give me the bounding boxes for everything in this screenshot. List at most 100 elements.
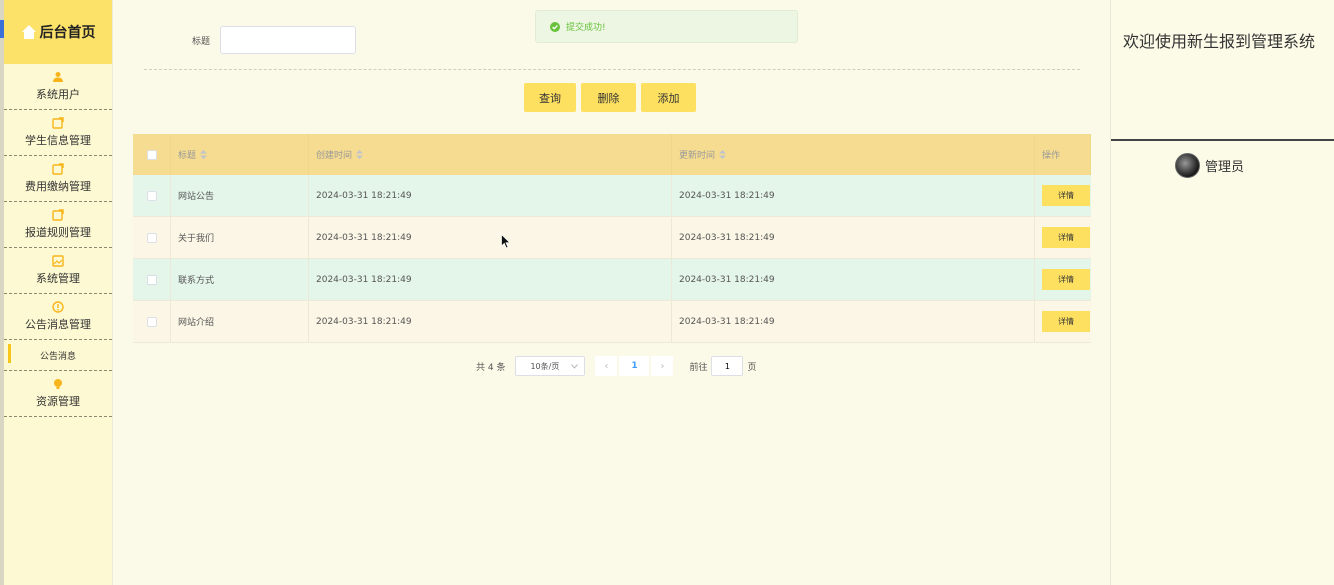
query-button[interactable]: 查询 — [524, 83, 576, 112]
search-input[interactable] — [220, 26, 356, 54]
sidebar-item-label: 资源管理 — [36, 395, 80, 408]
goto-label: 前往 — [689, 362, 708, 373]
cell-created: 2024-03-31 18:21:49 — [309, 217, 672, 258]
sidebar-item-fee-payment[interactable]: 费用缴纳管理 — [4, 156, 112, 202]
column-label: 更新时间 — [679, 151, 716, 161]
cell-created: 2024-03-31 18:21:49 — [309, 259, 672, 300]
row-checkbox[interactable] — [146, 190, 157, 201]
cell-updated: 2024-03-31 18:21:49 — [672, 217, 1035, 258]
detail-button[interactable]: 详情 — [1042, 269, 1090, 290]
right-panel: 欢迎使用新生报到管理系统 管理员 — [1110, 0, 1334, 585]
row-checkbox[interactable] — [146, 316, 157, 327]
sidebar-subitem-label: 公告消息 — [39, 351, 76, 362]
info-circle-icon — [52, 301, 64, 313]
detail-button[interactable]: 详情 — [1042, 311, 1090, 332]
cell-title: 网站公告 — [171, 175, 309, 216]
table-row: 联系方式 2024-03-31 18:21:49 2024-03-31 18:2… — [133, 259, 1091, 301]
row-checkbox[interactable] — [146, 232, 157, 243]
cell-title: 网站介绍 — [171, 301, 309, 342]
next-page-button[interactable]: › — [651, 356, 674, 376]
user-name: 管理员 — [1205, 160, 1245, 175]
detail-button[interactable]: 详情 — [1042, 227, 1090, 248]
header-checkbox-cell — [133, 134, 171, 175]
main-content: 标题 提交成功! 查询 删除 添加 标题 创建时间 更新时间 操作 网站公告 2… — [114, 0, 1110, 585]
cell-created: 2024-03-31 18:21:49 — [309, 175, 672, 216]
pagination-total: 共 4 条 — [476, 362, 506, 373]
sidebar-home-label: 后台首页 — [39, 25, 96, 41]
pagination: 共 4 条 10条/页 ‹ 1 › 前往 页 — [476, 356, 756, 376]
table-header: 标题 创建时间 更新时间 操作 — [133, 134, 1091, 175]
cell-actions: 详情 — [1035, 175, 1091, 216]
welcome-title: 欢迎使用新生报到管理系统 — [1123, 32, 1316, 51]
success-toast: 提交成功! — [535, 10, 798, 43]
row-checkbox[interactable] — [146, 274, 157, 285]
page-size-select[interactable]: 10条/页 — [515, 356, 586, 376]
header-updated[interactable]: 更新时间 — [672, 134, 1035, 175]
toast-message: 提交成功! — [566, 23, 606, 33]
mouse-cursor-icon — [501, 234, 511, 249]
edit-icon — [52, 117, 64, 129]
table-row: 关于我们 2024-03-31 18:21:49 2024-03-31 18:2… — [133, 217, 1091, 259]
detail-button[interactable]: 详情 — [1042, 185, 1090, 206]
sidebar-item-announcements[interactable]: 公告消息管理 — [4, 294, 112, 340]
sidebar-item-label: 系统管理 — [36, 272, 80, 285]
avatar[interactable] — [1175, 153, 1200, 178]
add-button[interactable]: 添加 — [641, 83, 696, 112]
sidebar-item-student-info[interactable]: 学生信息管理 — [4, 110, 112, 156]
picture-icon — [52, 255, 64, 267]
cell-actions: 详情 — [1035, 217, 1091, 258]
cell-actions: 详情 — [1035, 259, 1091, 300]
search-divider — [144, 69, 1080, 70]
sidebar-item-label: 报道规则管理 — [25, 226, 91, 239]
edit-icon — [52, 163, 64, 175]
column-label: 操作 — [1042, 151, 1061, 161]
table-row: 网站公告 2024-03-31 18:21:49 2024-03-31 18:2… — [133, 175, 1091, 217]
page-number-current[interactable]: 1 — [619, 356, 650, 376]
column-label: 标题 — [178, 151, 197, 161]
sidebar-item-system-users[interactable]: 系统用户 — [4, 64, 112, 110]
sidebar-item-label: 公告消息管理 — [25, 318, 91, 331]
cell-updated: 2024-03-31 18:21:49 — [672, 301, 1035, 342]
prev-page-button[interactable]: ‹ — [595, 356, 618, 376]
right-divider — [1111, 139, 1334, 141]
success-check-icon — [550, 21, 560, 32]
cell-updated: 2024-03-31 18:21:49 — [672, 259, 1035, 300]
sidebar: 后台首页 系统用户 学生信息管理 费用缴纳管理 报道规则管理 系统管理 公告消息… — [4, 0, 113, 585]
sidebar-subitem-announcement[interactable]: 公告消息 — [4, 340, 112, 371]
home-icon — [21, 25, 36, 39]
active-indicator — [8, 344, 11, 363]
sidebar-item-label: 费用缴纳管理 — [25, 180, 91, 193]
bulb-icon — [54, 379, 62, 389]
row-checkbox-cell — [133, 217, 171, 258]
sidebar-item-report-rules[interactable]: 报道规则管理 — [4, 202, 112, 248]
search-label: 标题 — [192, 37, 211, 47]
sidebar-item-resources[interactable]: 资源管理 — [4, 371, 112, 417]
sidebar-home[interactable]: 后台首页 — [4, 0, 112, 64]
header-title[interactable]: 标题 — [171, 134, 309, 175]
goto-suffix: 页 — [747, 362, 757, 373]
header-created[interactable]: 创建时间 — [309, 134, 672, 175]
goto-page-input[interactable] — [711, 356, 744, 376]
cell-created: 2024-03-31 18:21:49 — [309, 301, 672, 342]
user-icon — [53, 72, 63, 82]
sidebar-item-system-manage[interactable]: 系统管理 — [4, 248, 112, 294]
data-table: 标题 创建时间 更新时间 操作 网站公告 2024-03-31 18:21:49… — [133, 134, 1091, 343]
sort-icon — [200, 150, 208, 159]
cell-updated: 2024-03-31 18:21:49 — [672, 175, 1035, 216]
sort-icon — [719, 150, 727, 159]
table-row: 网站介绍 2024-03-31 18:21:49 2024-03-31 18:2… — [133, 301, 1091, 343]
column-label: 创建时间 — [316, 151, 353, 161]
header-actions: 操作 — [1035, 134, 1091, 175]
cell-title: 关于我们 — [171, 217, 309, 258]
select-all-checkbox[interactable] — [146, 149, 157, 160]
sidebar-item-label: 系统用户 — [36, 88, 80, 101]
sort-icon — [356, 150, 364, 159]
edit-icon — [52, 209, 64, 221]
cell-title: 联系方式 — [171, 259, 309, 300]
user-info[interactable]: 管理员 — [1175, 153, 1244, 178]
row-checkbox-cell — [133, 175, 171, 216]
chevron-down-icon — [571, 363, 579, 369]
row-checkbox-cell — [133, 259, 171, 300]
delete-button[interactable]: 删除 — [581, 83, 636, 112]
page-size-value: 10条/页 — [530, 361, 560, 371]
